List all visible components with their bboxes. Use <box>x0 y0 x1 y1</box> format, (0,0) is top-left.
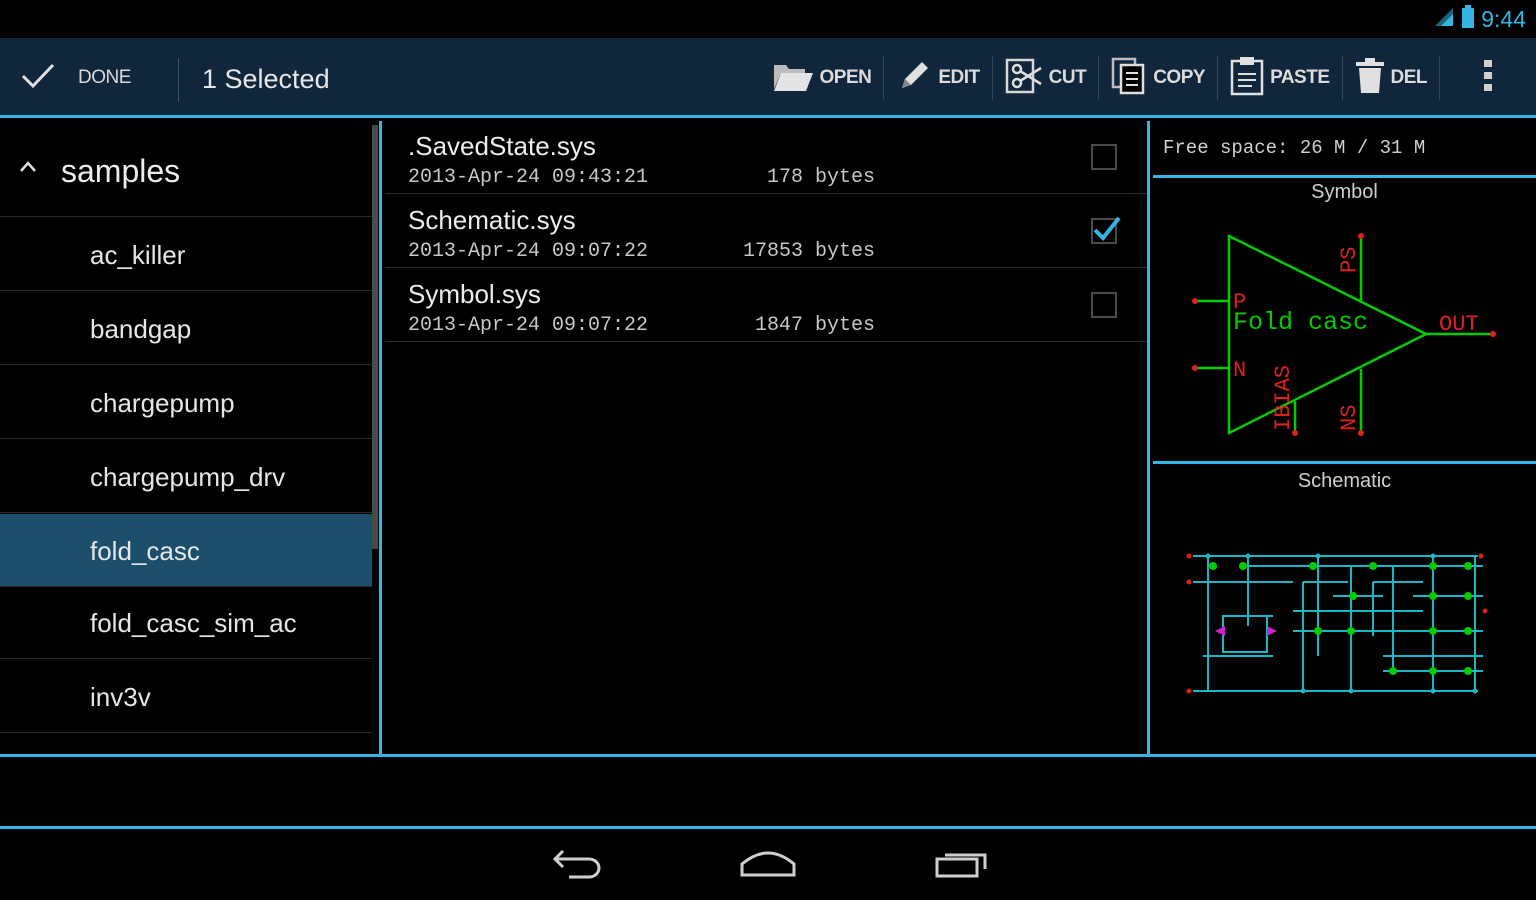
library-name: samples <box>61 153 181 189</box>
open-button[interactable]: OPEN <box>760 38 884 118</box>
clock: 9:44 <box>1481 5 1526 32</box>
cell-item-label: inv3v <box>90 682 151 712</box>
cell-item-label: chargepump_drv <box>90 462 286 492</box>
file-checkbox[interactable] <box>1091 216 1121 244</box>
divider <box>1153 461 1536 464</box>
copy-icon <box>1111 57 1147 100</box>
cell-item-label: bandgap <box>90 314 192 344</box>
paste-button[interactable]: PASTE <box>1218 38 1341 118</box>
done-button[interactable]: DONE <box>20 38 131 118</box>
overflow-menu-icon <box>1483 58 1493 99</box>
file-checkbox[interactable] <box>1091 144 1117 170</box>
file-name: Symbol.sys <box>408 279 541 309</box>
back-icon <box>551 847 603 884</box>
back-button[interactable] <box>532 839 622 891</box>
done-label: DONE <box>78 67 131 88</box>
file-date: 2013-Apr-24 09:07:22 <box>408 314 649 337</box>
pin-label-out: OUT <box>1439 312 1479 337</box>
action-bar: DONE 1 Selected OPEN EDIT CUT COPY PASTE… <box>0 38 1536 118</box>
file-size: 178 bytes <box>766 166 875 189</box>
folder-open-icon <box>772 59 814 98</box>
paste-label: PASTE <box>1270 67 1330 88</box>
pin-label-ibias: IBIAS <box>1271 365 1296 431</box>
chevron-up-icon <box>18 159 38 178</box>
recent-apps-icon <box>933 847 989 884</box>
status-icons: 9:44 <box>1433 4 1526 34</box>
delete-label: DEL <box>1390 67 1428 88</box>
file-row[interactable]: Symbol.sys 2013-Apr-24 09:07:22 1847 byt… <box>385 269 1147 342</box>
cell-item-fold-casc[interactable]: fold_casc <box>0 514 372 587</box>
overflow-menu-button[interactable] <box>1440 38 1536 118</box>
symbol-name: Fold casc <box>1233 308 1368 337</box>
symbol-preview[interactable]: P N OUT PS IBIAS NS Fold casc <box>1183 221 1533 446</box>
file-row[interactable]: Schematic.sys 2013-Apr-24 09:07:22 17853… <box>385 195 1147 268</box>
checkmark-icon <box>1093 216 1121 241</box>
scissors-icon <box>1005 57 1043 100</box>
clipboard-icon <box>1230 56 1264 101</box>
action-bar-divider <box>178 58 179 102</box>
recent-apps-button[interactable] <box>916 839 1006 891</box>
library-panel: samples ac_killer bandgap chargepump cha… <box>0 121 382 754</box>
pencil-icon <box>896 58 932 99</box>
delete-button[interactable]: DEL <box>1343 38 1440 118</box>
preview-panel: Free space: 26 M / 31 M Symbol P N OUT P… <box>1153 121 1536 754</box>
cell-item-label: fold_casc <box>90 536 200 566</box>
free-space-label: Free space: 26 M / 31 M <box>1163 137 1426 159</box>
file-row[interactable]: .SavedState.sys 2013-Apr-24 09:43:21 178… <box>385 121 1147 194</box>
home-icon <box>739 848 797 883</box>
cell-item-bandgap[interactable]: bandgap <box>0 292 372 365</box>
checkmark-icon <box>20 61 56 96</box>
copy-button[interactable]: COPY <box>1099 38 1217 118</box>
file-date: 2013-Apr-24 09:07:22 <box>408 240 649 263</box>
edit-label: EDIT <box>938 67 980 88</box>
cell-item-ac-killer[interactable]: ac_killer <box>0 218 372 291</box>
file-name: .SavedState.sys <box>408 131 596 161</box>
signal-icon <box>1433 6 1455 33</box>
bottom-strip <box>0 754 1536 829</box>
file-checkbox[interactable] <box>1091 292 1117 318</box>
cell-item-label: fold_casc_sim_ac <box>90 608 297 638</box>
scrollbar[interactable] <box>372 125 378 549</box>
divider <box>1153 175 1536 178</box>
cut-label: CUT <box>1048 67 1087 88</box>
home-button[interactable] <box>723 839 813 891</box>
schematic-caption: Schematic <box>1297 470 1392 492</box>
cell-item-fold-casc-sim-ac[interactable]: fold_casc_sim_ac <box>0 586 372 659</box>
cell-item-chargepump-drv[interactable]: chargepump_drv <box>0 440 372 513</box>
cell-item-label: chargepump <box>90 388 235 418</box>
file-list: .SavedState.sys 2013-Apr-24 09:43:21 178… <box>385 121 1150 754</box>
symbol-caption: Symbol <box>1311 181 1378 203</box>
schematic-preview[interactable] <box>1183 546 1503 696</box>
cell-item-inv3v[interactable]: inv3v <box>0 660 372 733</box>
pin-label-ns: NS <box>1337 405 1362 431</box>
edit-button[interactable]: EDIT <box>884 38 991 118</box>
trash-icon <box>1355 57 1385 100</box>
file-date: 2013-Apr-24 09:43:21 <box>408 166 649 189</box>
cut-button[interactable]: CUT <box>993 38 1099 118</box>
battery-icon <box>1461 4 1475 34</box>
pin-label-ps: PS <box>1337 247 1362 273</box>
status-bar: 9:44 <box>0 0 1536 38</box>
action-bar-actions: OPEN EDIT CUT COPY PASTE DEL <box>760 38 1536 118</box>
library-header[interactable]: samples <box>0 121 372 217</box>
navigation-bar <box>0 829 1536 900</box>
file-size: 17853 bytes <box>742 240 875 263</box>
cell-item-chargepump[interactable]: chargepump <box>0 366 372 439</box>
cell-item-label: ac_killer <box>90 240 186 270</box>
copy-label: COPY <box>1153 67 1206 88</box>
file-size: 1847 bytes <box>754 314 875 337</box>
selection-count-title: 1 Selected <box>202 64 330 94</box>
pin-label-n: N <box>1233 358 1246 383</box>
file-name: Schematic.sys <box>408 205 576 235</box>
open-label: OPEN <box>819 67 872 88</box>
